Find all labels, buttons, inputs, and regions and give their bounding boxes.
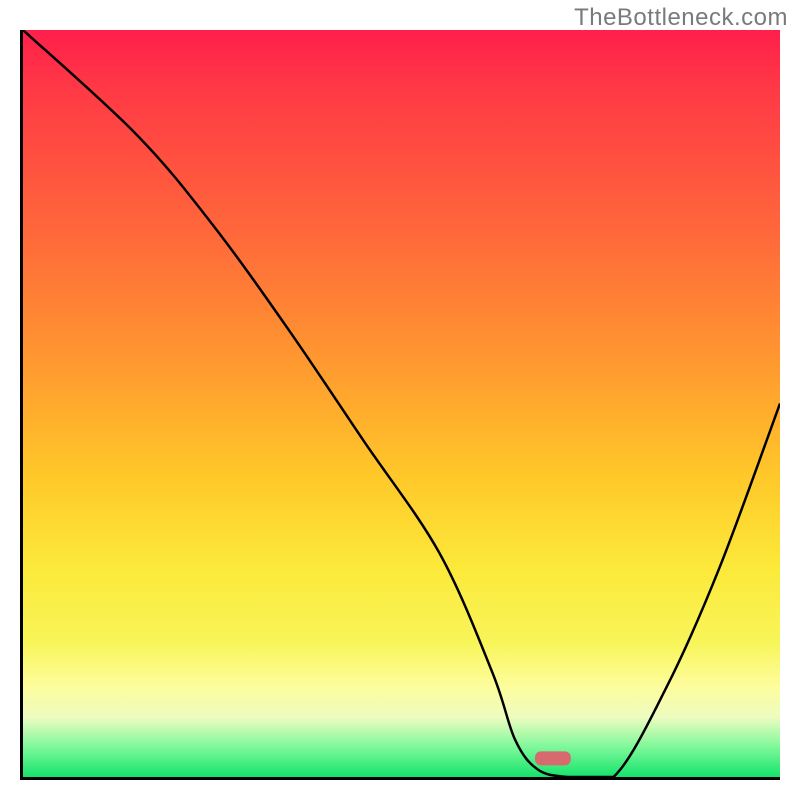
curve-path [23,30,780,777]
chart-svg [23,30,780,777]
optimum-marker [535,751,571,765]
watermark-text: TheBottleneck.com [574,4,788,32]
plot-area [20,30,780,780]
chart-container: TheBottleneck.com [0,0,800,800]
